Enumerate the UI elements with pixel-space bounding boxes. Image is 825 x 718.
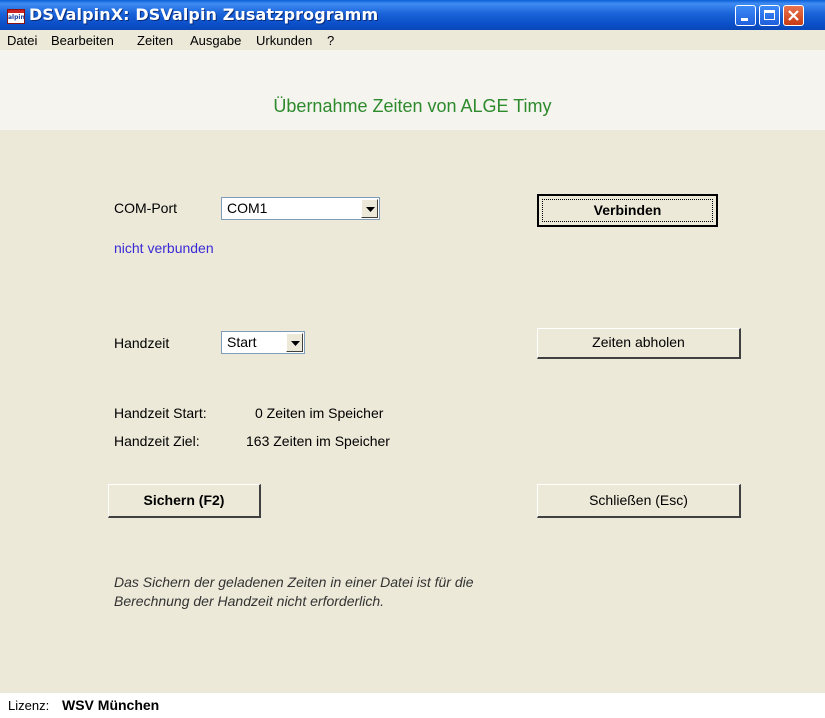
close-button[interactable]: Schließen (Esc) <box>537 484 741 518</box>
status-bar: Lizenz: WSV München <box>0 693 825 718</box>
app-icon-text: alpin <box>8 14 25 21</box>
menu-ausgabe[interactable]: Ausgabe <box>190 33 241 48</box>
menu-zeiten[interactable]: Zeiten <box>137 33 173 48</box>
close-window-button[interactable] <box>783 5 804 26</box>
close-icon <box>788 10 799 21</box>
page-title: Übernahme Zeiten von ALGE Timy <box>273 96 552 116</box>
com-port-select[interactable]: COM1 <box>221 197 380 220</box>
title-bar[interactable]: alpin DSValpinX: DSValpin Zusatzprogramm <box>0 0 825 30</box>
maximize-icon <box>764 10 775 20</box>
app-icon: alpin <box>7 9 25 24</box>
close-button-label: Schließen (Esc) <box>589 492 688 508</box>
connect-button[interactable]: Verbinden <box>537 194 718 227</box>
com-port-dropdown-button[interactable] <box>361 199 378 218</box>
handzeit-start-label: Handzeit Start: <box>114 405 207 421</box>
minimize-button[interactable] <box>735 5 756 26</box>
window-title: DSValpinX: DSValpin Zusatzprogramm <box>29 5 379 24</box>
com-port-label: COM-Port <box>114 200 177 216</box>
save-button[interactable]: Sichern (F2) <box>108 484 261 518</box>
handzeit-value: Start <box>227 334 257 350</box>
save-note: Das Sichern der geladenen Zeiten in eine… <box>114 574 474 609</box>
maximize-button[interactable] <box>759 5 780 26</box>
handzeit-ziel-count: 163 Zeiten im Speicher <box>246 433 390 449</box>
connection-status: nicht verbunden <box>114 240 214 256</box>
com-port-value: COM1 <box>227 200 268 216</box>
save-button-label: Sichern (F2) <box>143 492 225 508</box>
focus-rect <box>542 199 713 222</box>
menu-datei[interactable]: Datei <box>7 33 37 48</box>
handzeit-ziel-label: Handzeit Ziel: <box>114 433 200 449</box>
menu-bearbeiten[interactable]: Bearbeiten <box>51 33 114 48</box>
menu-urkunden[interactable]: Urkunden <box>256 33 312 48</box>
fetch-times-button[interactable]: Zeiten abholen <box>537 328 741 359</box>
chevron-down-icon <box>291 341 300 346</box>
menu-bar: Datei Bearbeiten Zeiten Ausgabe Urkunden… <box>0 30 825 50</box>
header-band <box>0 50 825 130</box>
app-window: alpin DSValpinX: DSValpin Zusatzprogramm… <box>0 0 825 718</box>
fetch-times-label: Zeiten abholen <box>592 334 685 350</box>
handzeit-label: Handzeit <box>114 335 170 351</box>
chevron-down-icon <box>366 207 375 212</box>
menu-help[interactable]: ? <box>327 33 334 48</box>
handzeit-start-count: 0 Zeiten im Speicher <box>255 405 384 421</box>
minimize-icon <box>741 18 748 21</box>
license-label: Lizenz: <box>8 698 50 713</box>
handzeit-dropdown-button[interactable] <box>286 333 303 352</box>
handzeit-select[interactable]: Start <box>221 331 305 354</box>
license-value: WSV München <box>62 697 160 713</box>
